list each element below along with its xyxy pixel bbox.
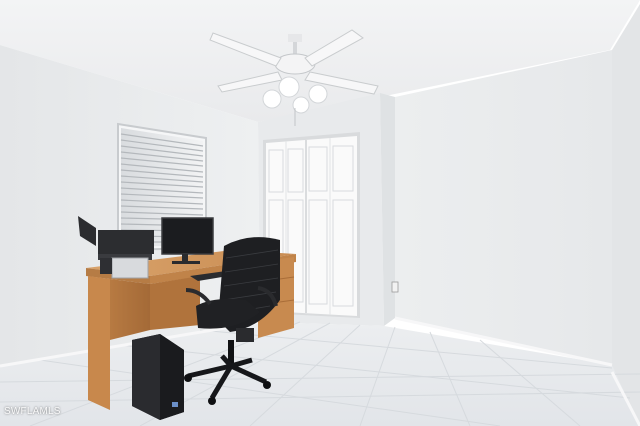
wall-outlet [391,281,399,293]
side-wall [612,4,640,426]
watermark-label: SWFLAMLS [4,406,61,417]
room-photo: SWFLAMLS [0,0,640,426]
room-scene [0,0,640,426]
computer-tower [132,334,184,420]
right-wall [395,50,612,365]
